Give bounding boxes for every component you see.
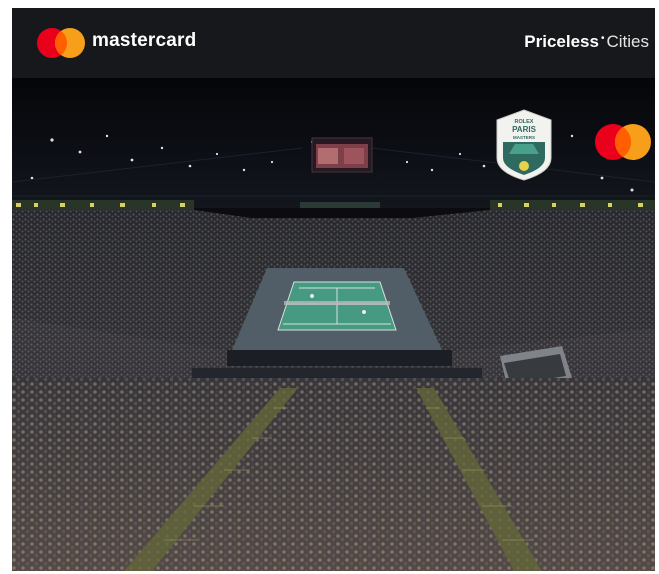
- tagline-light: Cities: [606, 32, 649, 51]
- tagline-dot: •: [600, 33, 605, 44]
- tagline-strong: Priceless: [524, 32, 599, 51]
- mastercard-logo-secondary-icon: [595, 124, 651, 160]
- tournament-badge-icon: ROLEX PARIS MASTERS: [496, 109, 552, 181]
- arena-photo: ROLEX PARIS MASTERS: [12, 78, 655, 571]
- badge-line-3: MASTERS: [513, 135, 535, 140]
- badge-line-2: PARIS: [512, 125, 537, 134]
- tagline: Priceless • Cities: [524, 32, 649, 52]
- mastercard-logo-icon: [37, 28, 85, 58]
- brand-name: mastercard: [92, 30, 197, 51]
- header-bar: mastercard Priceless • Cities: [12, 8, 655, 78]
- arena-image: [12, 78, 655, 571]
- ad-banner[interactable]: mastercard Priceless • Cities ROLEX PARI…: [12, 8, 655, 571]
